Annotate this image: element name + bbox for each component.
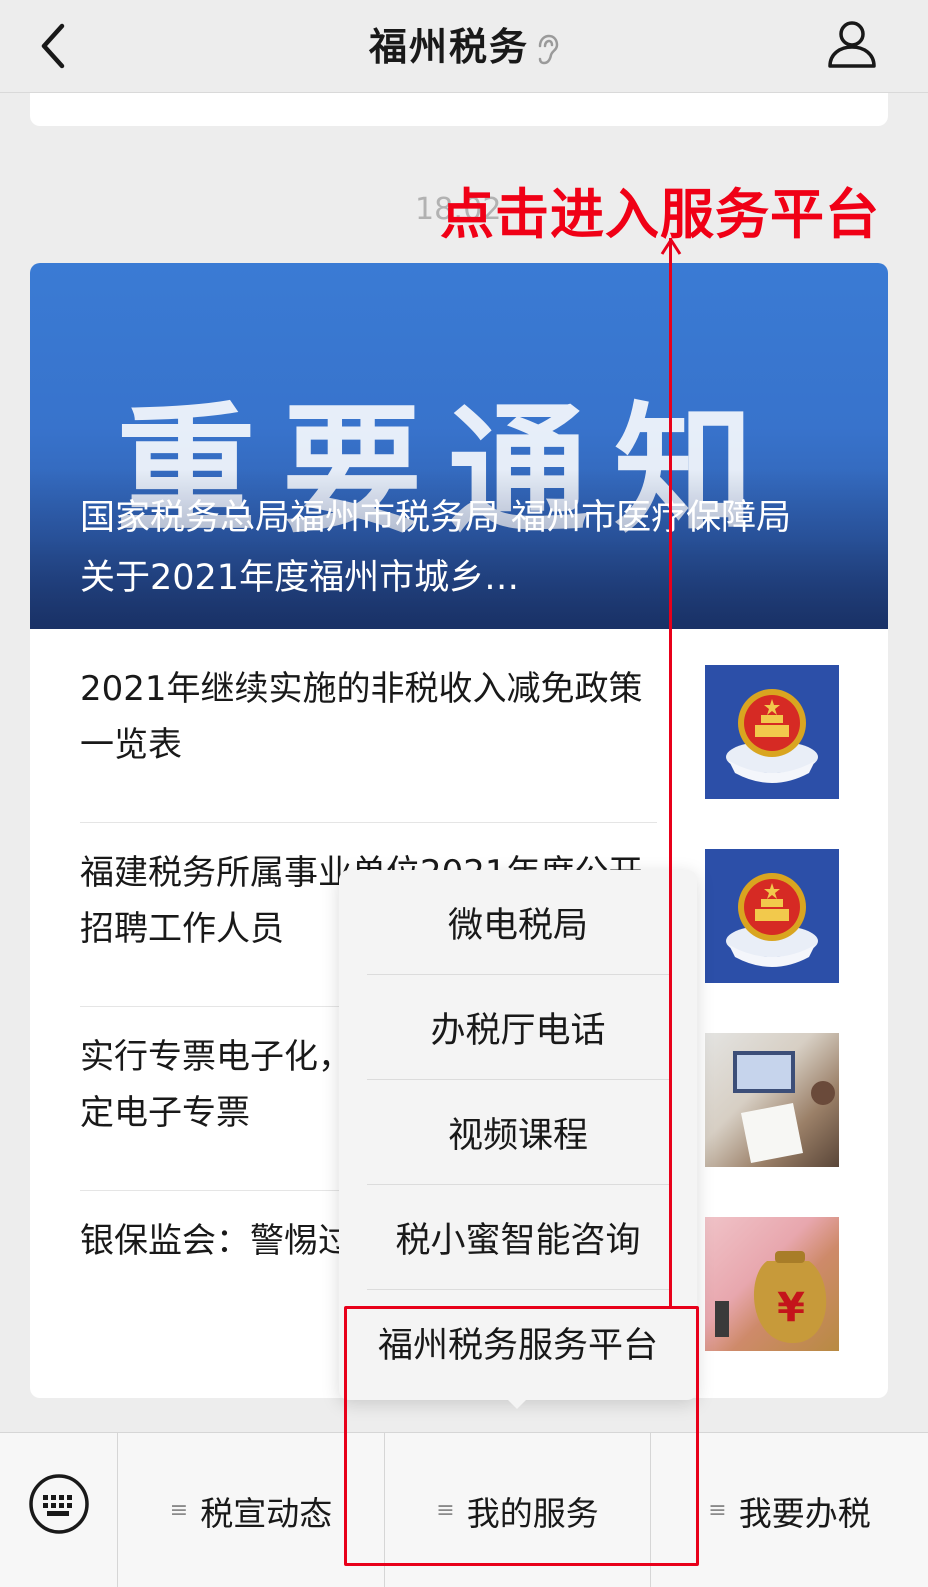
keyboard-toggle-button[interactable]	[0, 1433, 118, 1587]
item-thumbnail	[705, 1033, 839, 1167]
tax-emblem-icon	[726, 873, 818, 967]
submenu-divider	[367, 1184, 669, 1185]
submenu-item-micro-tax-bureau[interactable]: 微电税局	[367, 874, 669, 979]
hamburger-icon: ≡	[708, 1498, 727, 1523]
submenu-divider	[367, 974, 669, 975]
page-title: 福州税务	[368, 25, 529, 69]
bottom-menu-bar: ≡ 税宣动态 ≡ 我的服务 ≡ 我要办税	[0, 1432, 928, 1587]
article-cover[interactable]: 重要通知 国家税务总局福州市税务局 福州市医疗保障局 关于2021年度福州市城乡…	[30, 263, 888, 629]
submenu-item-video-courses[interactable]: 视频课程	[367, 1084, 669, 1189]
money-bag-icon: ¥	[715, 1251, 827, 1343]
hamburger-icon: ≡	[169, 1498, 189, 1523]
menu-tab-my-services[interactable]: ≡ 我的服务	[385, 1433, 650, 1587]
profile-button[interactable]	[824, 16, 880, 72]
hamburger-icon: ≡	[436, 1498, 455, 1523]
top-nav-bar: 福州税务	[0, 0, 928, 93]
user-icon	[828, 21, 876, 68]
submenu-divider	[367, 1079, 669, 1080]
arrow-up-icon	[660, 238, 682, 255]
list-item[interactable]: 2021年继续实施的非税收入减免政策一览表	[80, 661, 856, 845]
menu-tab-label: 我要办税	[738, 1493, 871, 1533]
submenu-popup: 微电税局 办税厅电话 视频课程 税小蜜智能咨询 福州税务服务平台	[339, 870, 697, 1409]
item-thumbnail: ¥	[705, 1217, 839, 1351]
menu-tab-file-taxes[interactable]: ≡ 我要办税	[651, 1433, 928, 1587]
tax-emblem-icon	[726, 689, 818, 783]
annotation-arrow-line	[669, 238, 672, 1306]
list-item-title: 2021年继续实施的非税收入减免政策一览表	[80, 669, 643, 765]
submenu-pointer	[505, 1397, 529, 1409]
submenu-item-service-platform[interactable]: 福州税务服务平台	[367, 1294, 669, 1399]
submenu-item-smart-consult[interactable]: 税小蜜智能咨询	[367, 1189, 669, 1294]
submenu-divider	[367, 1289, 669, 1290]
keyboard-icon	[29, 1474, 89, 1534]
menu-tab-tax-news[interactable]: ≡ 税宣动态	[118, 1433, 384, 1587]
previous-message-card[interactable]	[30, 93, 888, 126]
svg-text:¥: ¥	[777, 1285, 805, 1331]
menu-tab-label: 税宣动态	[200, 1493, 333, 1533]
cover-title: 国家税务总局福州市税务局 福州市医疗保障局 关于2021年度福州市城乡…	[80, 498, 792, 598]
submenu-item-hall-phone[interactable]: 办税厅电话	[367, 979, 669, 1084]
ear-icon	[538, 34, 559, 64]
office-photo-icon	[733, 1051, 835, 1163]
menu-tab-label: 我的服务	[466, 1493, 599, 1533]
item-thumbnail	[705, 665, 839, 799]
item-thumbnail	[705, 849, 839, 983]
divider	[80, 822, 657, 823]
